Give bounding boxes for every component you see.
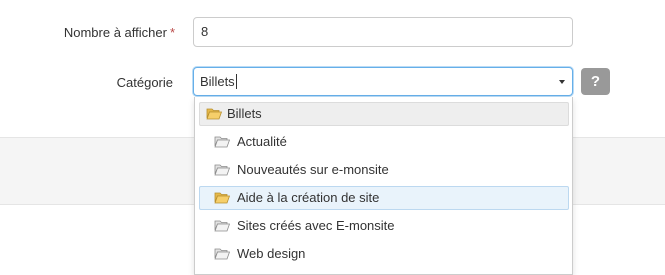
dropdown-option-label: Web design bbox=[237, 246, 306, 261]
count-label: Nombre à afficher bbox=[63, 25, 167, 40]
dropdown-option-actualite[interactable]: Actualité bbox=[199, 130, 569, 154]
dropdown-option-label: Billets bbox=[227, 106, 262, 121]
category-label: Catégorie bbox=[116, 75, 173, 90]
folder-open-icon bbox=[214, 192, 230, 204]
folder-open-icon bbox=[206, 108, 222, 120]
dropdown-option-label: Nouveautés sur e-monsite bbox=[237, 162, 389, 177]
category-select-value: Billets bbox=[200, 74, 237, 89]
folder-icon bbox=[214, 164, 230, 176]
dropdown-option-billets[interactable]: Billets bbox=[199, 102, 569, 126]
dropdown-option-aide[interactable]: Aide à la création de site bbox=[199, 186, 569, 210]
dropdown-option-label: Sites créés avec E-monsite bbox=[237, 218, 395, 233]
count-input-value: 8 bbox=[201, 24, 209, 39]
required-mark: * bbox=[169, 25, 175, 40]
category-select[interactable]: Billets bbox=[193, 67, 573, 96]
dropdown-option-nouveautes[interactable]: Nouveautés sur e-monsite bbox=[199, 158, 569, 182]
dropdown-option-label: Actualité bbox=[237, 134, 287, 149]
folder-icon bbox=[214, 248, 230, 260]
folder-icon bbox=[214, 220, 230, 232]
dropdown-option-sites-crees[interactable]: Sites créés avec E-monsite bbox=[199, 214, 569, 238]
dropdown-option-web-design[interactable]: Web design bbox=[199, 242, 569, 266]
dropdown-option-label: Aide à la création de site bbox=[237, 190, 380, 205]
count-input[interactable]: 8 bbox=[193, 17, 573, 47]
folder-icon bbox=[214, 136, 230, 148]
count-label-wrap: Nombre à afficher * bbox=[40, 25, 175, 40]
help-button[interactable]: ? bbox=[581, 68, 610, 95]
chevron-down-icon bbox=[559, 80, 565, 84]
category-dropdown: Billets Actualité Nouveautés sur e-monsi… bbox=[194, 97, 573, 275]
